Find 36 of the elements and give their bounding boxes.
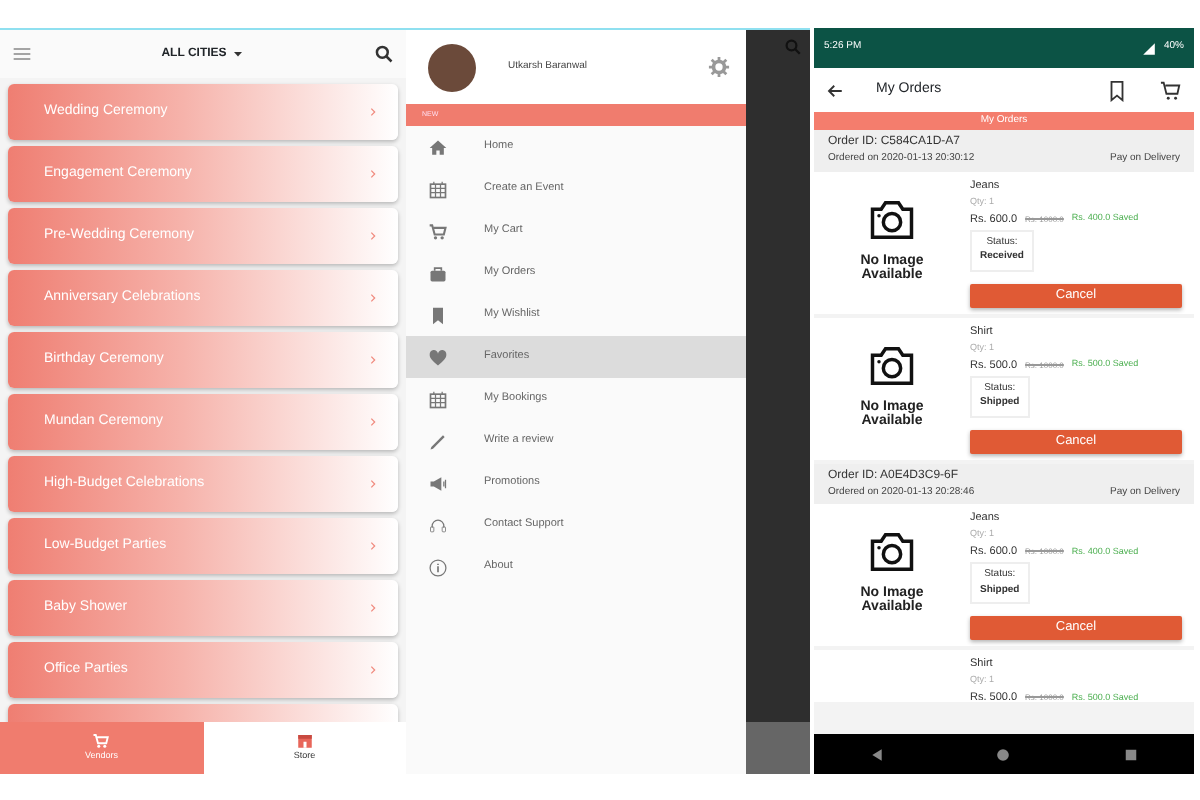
bookmark-icon	[428, 305, 448, 325]
search-icon	[784, 38, 802, 56]
chevron-icon	[368, 168, 378, 180]
bag-icon	[428, 263, 448, 283]
chevron-icon	[368, 602, 378, 614]
home-circle-icon[interactable]	[996, 747, 1011, 761]
chevron-icon	[368, 540, 378, 552]
headset-icon	[428, 515, 448, 535]
bookmark-icon[interactable]	[1106, 79, 1128, 101]
settings-icon[interactable]	[708, 56, 730, 78]
chevron-icon	[368, 354, 378, 366]
caret-icon	[232, 48, 245, 60]
heart-icon	[428, 347, 448, 367]
chevron-icon	[368, 292, 378, 304]
pen-icon	[428, 431, 448, 451]
chevron-icon	[368, 106, 378, 118]
house-icon	[428, 137, 448, 157]
chevron-icon	[368, 416, 378, 428]
chevron-icon	[368, 230, 378, 242]
cart-icon[interactable]	[1160, 79, 1182, 101]
calendar-icon	[428, 179, 448, 199]
signal-icon	[1141, 41, 1156, 55]
dimmed-bottom-bar	[746, 722, 810, 774]
back-triangle-icon[interactable]	[870, 747, 885, 761]
storefront-icon	[295, 732, 314, 751]
megaphone-icon	[428, 473, 448, 493]
back-arrow-icon[interactable]	[826, 81, 844, 99]
cart-icon	[428, 221, 448, 241]
chevron-icon	[368, 478, 378, 490]
avatar-circle	[428, 43, 476, 91]
cart-icon	[92, 732, 111, 751]
chevron-icon	[368, 664, 378, 676]
search-icon[interactable]	[374, 44, 394, 64]
recents-square-icon[interactable]	[1123, 747, 1138, 761]
info-icon	[428, 557, 448, 577]
calendar-icon	[428, 389, 448, 409]
